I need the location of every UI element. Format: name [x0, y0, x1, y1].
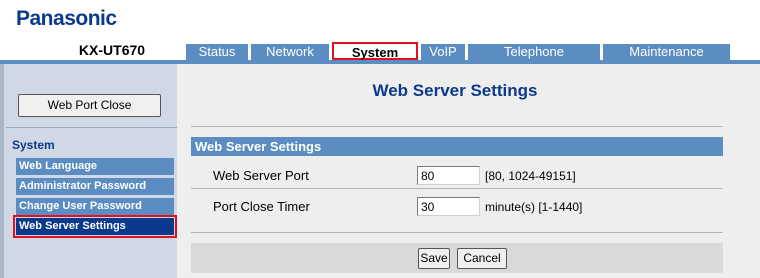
sidebar-item-web-language[interactable]: Web Language: [16, 158, 174, 175]
main-tabs: Status Network System VoIP Telephone Mai…: [186, 41, 733, 60]
panasonic-logo: Panasonic: [16, 7, 117, 30]
web-server-port-label: Web Server Port: [213, 168, 309, 183]
sidebar-item-change-user-password[interactable]: Change User Password: [16, 198, 174, 215]
tab-system[interactable]: System: [332, 42, 418, 60]
sidebar: Web Port Close System Web Language Admin…: [0, 64, 181, 278]
sidebar-item-administrator-password[interactable]: Administrator Password: [16, 178, 174, 195]
action-bar: Save Cancel: [191, 243, 723, 273]
port-close-timer-row: Port Close Timer minute(s) [1-1440]: [191, 195, 723, 219]
sidebar-menu: Web Language Administrator Password Chan…: [13, 158, 177, 238]
web-server-port-hint: [80, 1024-49151]: [485, 169, 576, 183]
title-divider: [191, 126, 723, 127]
tab-maintenance[interactable]: Maintenance: [603, 44, 730, 60]
tab-voip[interactable]: VoIP: [421, 44, 465, 60]
web-server-port-row: Web Server Port [80, 1024-49151]: [191, 164, 723, 188]
form-divider: [191, 232, 723, 233]
cancel-button[interactable]: Cancel: [457, 248, 507, 269]
port-close-timer-hint: minute(s) [1-1440]: [485, 200, 583, 214]
web-server-port-input[interactable]: [417, 166, 480, 185]
save-button[interactable]: Save: [418, 248, 450, 269]
port-close-timer-input[interactable]: [417, 197, 480, 216]
tab-network[interactable]: Network: [251, 44, 329, 60]
tab-telephone[interactable]: Telephone: [468, 44, 600, 60]
page-title: Web Server Settings: [372, 81, 538, 100]
sidebar-divider: [6, 127, 181, 128]
main-content: Web Server Settings Web Server Settings …: [177, 64, 760, 278]
sidebar-item-web-server-settings[interactable]: Web Server Settings: [13, 215, 177, 238]
row-divider: [191, 188, 723, 189]
panel-header: Web Server Settings: [191, 137, 723, 156]
port-close-timer-label: Port Close Timer: [213, 199, 310, 214]
model-name: KX-UT670: [78, 42, 146, 58]
tab-status[interactable]: Status: [186, 44, 248, 60]
web-port-close-button[interactable]: Web Port Close: [18, 94, 161, 117]
sidebar-heading: System: [12, 138, 55, 152]
